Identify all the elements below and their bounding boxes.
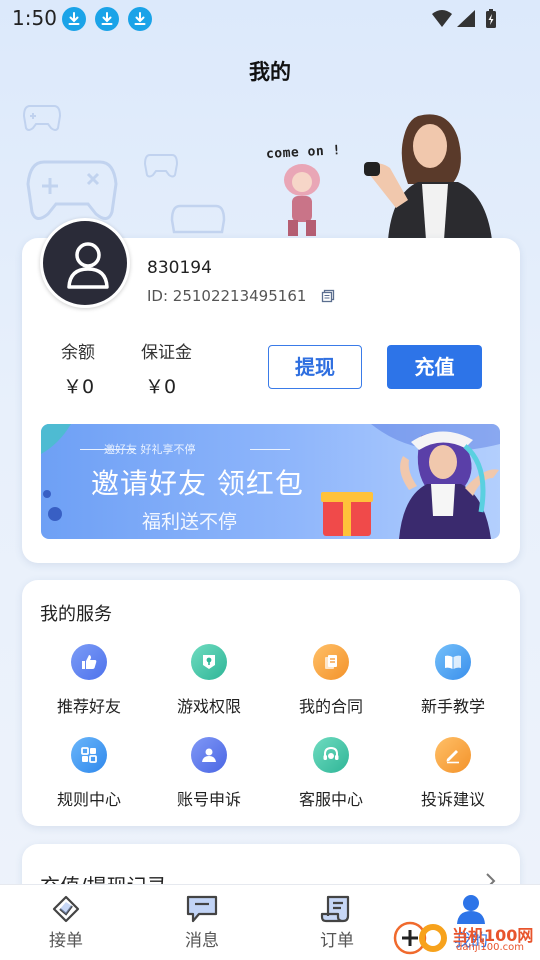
service-my-contract[interactable]: 我的合同 [276, 644, 386, 717]
gamepad-icon [22, 105, 62, 131]
gamepad-icon [143, 154, 179, 178]
service-label: 推荐好友 [56, 697, 121, 716]
username: 830194 [147, 258, 212, 278]
watermark-url: danji100.com [456, 942, 524, 953]
balance-label: 余额 [61, 343, 95, 363]
user-avatar-icon [67, 242, 109, 289]
service-label: 我的合同 [298, 697, 363, 716]
tab-label: 消息 [185, 931, 219, 951]
headset-icon [313, 737, 349, 773]
service-label: 游戏权限 [176, 697, 241, 716]
status-bar: 1:50 [0, 0, 540, 38]
download-icon [128, 7, 152, 31]
invite-subtitle: 福利送不停 [142, 511, 238, 533]
tab-orders-take[interactable]: 接单 [26, 894, 106, 951]
service-label: 投诉建议 [420, 790, 485, 809]
service-label: 新手教学 [420, 697, 485, 716]
deposit-value: ￥0 [145, 376, 177, 398]
user-appeal-icon [191, 737, 227, 773]
message-icon [186, 895, 218, 923]
book-icon [435, 644, 471, 680]
battery-charging-icon [486, 9, 496, 28]
service-label: 账号申诉 [176, 790, 241, 809]
invite-small-text: 邀好友 好礼享不停 [104, 443, 196, 456]
download-icon [62, 7, 86, 31]
signal-icon [457, 10, 475, 27]
service-label: 规则中心 [56, 790, 121, 809]
system-icons [430, 8, 502, 30]
service-account-appeal[interactable]: 账号申诉 [154, 737, 264, 810]
contract-icon [313, 644, 349, 680]
deposit-label: 保证金 [141, 343, 192, 363]
pencil-icon [435, 737, 471, 773]
tab-messages[interactable]: 消息 [162, 894, 242, 951]
tab-orders[interactable]: 订单 [297, 894, 377, 951]
service-rules-center[interactable]: 规则中心 [34, 737, 144, 810]
thumbs-up-icon [71, 644, 107, 680]
download-icon [95, 7, 119, 31]
page-title: 我的 [249, 60, 291, 84]
service-tutorial[interactable]: 新手教学 [398, 644, 508, 717]
withdraw-button[interactable]: 提现 [268, 345, 362, 389]
recharge-button[interactable]: 充值 [387, 345, 482, 389]
service-label: 客服中心 [298, 790, 363, 809]
scroll-icon [320, 895, 350, 923]
service-recommend-friends[interactable]: 推荐好友 [34, 644, 144, 717]
service-customer-center[interactable]: 客服中心 [276, 737, 386, 810]
divider [250, 449, 290, 450]
rules-icon [71, 737, 107, 773]
user-id: ID: 25102213495161 [147, 287, 307, 305]
service-game-permission[interactable]: 游戏权限 [154, 644, 264, 717]
banner-characters-image [258, 100, 520, 240]
service-complaints[interactable]: 投诉建议 [398, 737, 508, 810]
services-title: 我的服务 [40, 604, 112, 625]
invite-title: 邀请好友 领红包 [91, 467, 304, 500]
gamepad-icon [26, 160, 118, 220]
copy-icon[interactable] [320, 288, 336, 304]
tab-label: 接单 [49, 931, 83, 951]
key-icon [191, 644, 227, 680]
tab-label: 订单 [320, 931, 354, 951]
diamond-check-icon [52, 895, 80, 923]
wifi-icon [432, 10, 452, 27]
avatar[interactable] [40, 218, 130, 308]
status-time: 1:50 [12, 6, 57, 30]
balance-value: ￥0 [63, 376, 95, 398]
gamepad-icon [170, 204, 226, 234]
